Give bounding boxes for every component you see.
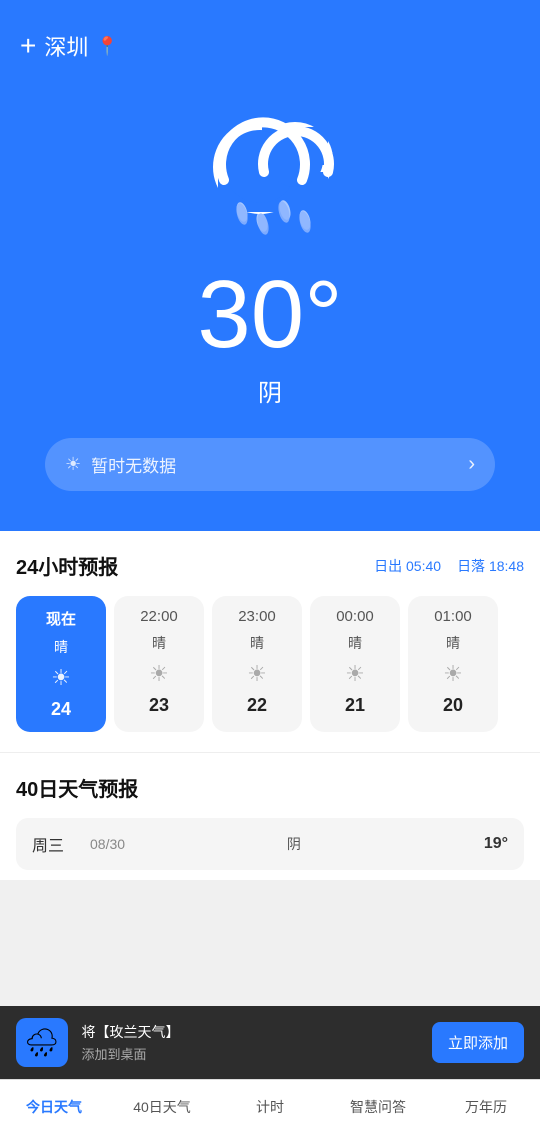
hourly-time: 23:00 [238, 608, 276, 625]
sunrise-time: 日出 05:40 [374, 556, 441, 576]
section-40d-title: 40日天气预报 [16, 773, 138, 802]
hourly-time: 22:00 [140, 608, 178, 625]
hourly-sun-icon: ☀ [247, 661, 267, 687]
weather-icon [180, 92, 360, 247]
hourly-scroll[interactable]: 现在 晴 ☀ 24 22:00 晴 ☀ 23 23:00 晴 ☀ 22 00:0… [16, 596, 524, 742]
day-date: 08/30 [90, 836, 287, 852]
weather-description: 阴 [258, 373, 282, 408]
toast-line2: 添加到桌面 [82, 1044, 418, 1063]
hourly-condition: 晴 [250, 633, 264, 653]
nav-item-1[interactable]: 40日天气 [108, 1080, 216, 1133]
toast-text: 将【玫兰天气】 添加到桌面 [82, 1022, 418, 1063]
nav-item-3[interactable]: 智慧问答 [324, 1080, 432, 1133]
city-name: 深圳 [44, 30, 88, 62]
add-city-button[interactable]: + [20, 30, 36, 62]
nav-item-4[interactable]: 万年历 [432, 1080, 540, 1133]
hourly-sun-icon: ☀ [345, 661, 365, 687]
hourly-card-4[interactable]: 01:00 晴 ☀ 20 [408, 596, 498, 732]
no-data-text: 暂时无数据 [91, 452, 176, 477]
hourly-card-1[interactable]: 22:00 晴 ☀ 23 [114, 596, 204, 732]
hourly-time: 00:00 [336, 608, 374, 625]
temperature-display: 30° [197, 267, 342, 363]
section-24h-header: 24小时预报 日出 05:40 日落 18:48 [16, 551, 524, 580]
hourly-card-3[interactable]: 00:00 晴 ☀ 21 [310, 596, 400, 732]
hourly-time: 现在 [46, 608, 76, 629]
hourly-sun-icon: ☀ [149, 661, 169, 687]
top-bar: + 深圳 📍 [20, 30, 520, 62]
section-40d-header: 40日天气预报 [16, 773, 524, 802]
hourly-card-0[interactable]: 现在 晴 ☀ 24 [16, 596, 106, 732]
hourly-time: 01:00 [434, 608, 472, 625]
hourly-sun-icon: ☀ [51, 665, 71, 691]
day-temp: 19° [484, 835, 508, 853]
bottom-nav: 今日天气40日天气计时智慧问答万年历 [0, 1079, 540, 1133]
nav-item-2[interactable]: 计时 [216, 1080, 324, 1133]
no-data-bar[interactable]: ☀ 暂时无数据 › [45, 438, 495, 491]
section-24h-title: 24小时预报 [16, 551, 118, 580]
hourly-condition: 晴 [446, 633, 460, 653]
toast-line1: 将【玫兰天气】 [82, 1022, 418, 1042]
section-24h: 24小时预报 日出 05:40 日落 18:48 现在 晴 ☀ 24 22:00… [0, 531, 540, 752]
day-name: 周三 [32, 832, 82, 856]
hourly-temp: 20 [443, 695, 463, 716]
sun-small-icon: ☀ [65, 454, 81, 475]
add-to-desktop-button[interactable]: 立即添加 [432, 1022, 524, 1063]
bar-arrow-icon: › [468, 453, 475, 476]
hourly-condition: 晴 [54, 637, 68, 657]
sun-times: 日出 05:40 日落 18:48 [374, 556, 524, 576]
hourly-temp: 22 [247, 695, 267, 716]
hourly-temp: 23 [149, 695, 169, 716]
main-content: 24小时预报 日出 05:40 日落 18:48 现在 晴 ☀ 24 22:00… [0, 531, 540, 880]
location-icon: 📍 [96, 36, 118, 57]
day-preview-row[interactable]: 周三 08/30 阴 19° [16, 818, 524, 870]
toast-weather-icon: 🌧 [16, 1018, 68, 1067]
section-40d: 40日天气预报 周三 08/30 阴 19° [0, 752, 540, 880]
weather-hero: + 深圳 📍 [0, 0, 540, 531]
sunset-time: 日落 18:48 [457, 556, 524, 576]
hourly-sun-icon: ☀ [443, 661, 463, 687]
hourly-card-2[interactable]: 23:00 晴 ☀ 22 [212, 596, 302, 732]
nav-item-0[interactable]: 今日天气 [0, 1080, 108, 1133]
hourly-condition: 晴 [152, 633, 166, 653]
day-condition: 阴 [287, 834, 484, 854]
hourly-temp: 24 [51, 699, 71, 720]
hourly-condition: 晴 [348, 633, 362, 653]
toast-bar: 🌧 将【玫兰天气】 添加到桌面 立即添加 [0, 1006, 540, 1079]
hourly-temp: 21 [345, 695, 365, 716]
bar-left: ☀ 暂时无数据 [65, 452, 176, 477]
